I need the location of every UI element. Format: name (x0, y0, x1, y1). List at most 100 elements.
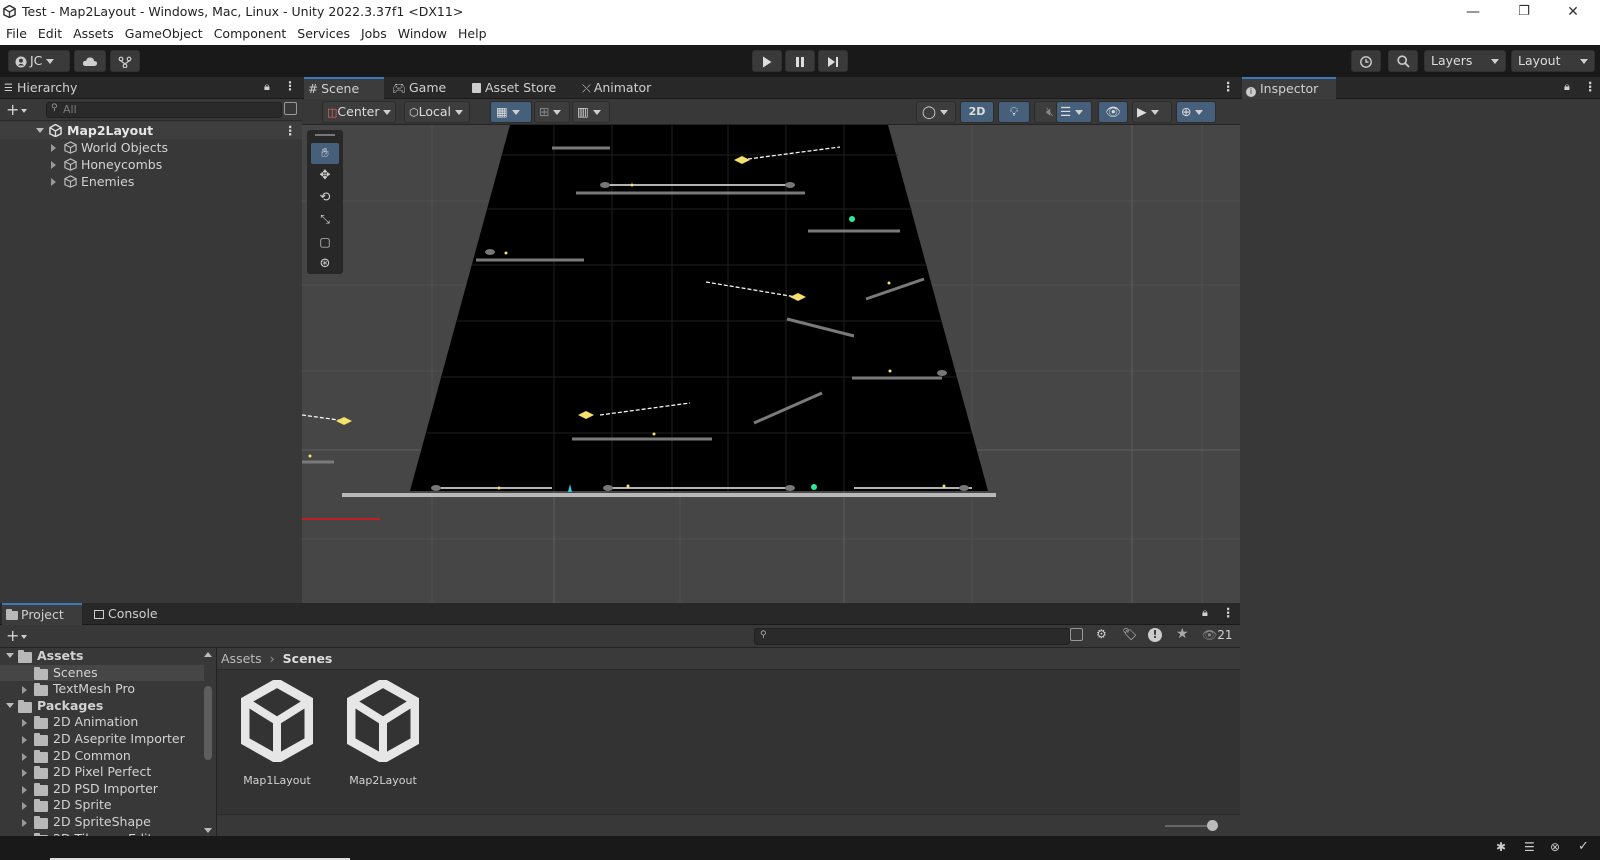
move-tool[interactable]: ✥ (311, 165, 339, 186)
tab-project[interactable]: Project (2, 603, 82, 625)
project-tree-item[interactable]: 2D SpriteShape (0, 814, 204, 831)
more-menu-icon[interactable]: ⋮ (1222, 79, 1235, 94)
create-button[interactable]: + (6, 100, 28, 119)
scene-row[interactable]: Map2Layout ⋮ (0, 122, 302, 139)
step-button[interactable] (818, 50, 848, 72)
expand-arrow-icon[interactable] (6, 653, 14, 658)
play-button[interactable] (752, 50, 782, 72)
zoom-slider-handle[interactable] (1207, 820, 1218, 831)
layers-stack-icon[interactable]: ☰ (1524, 840, 1535, 854)
expand-arrow-icon[interactable] (36, 128, 44, 133)
camera-dropdown[interactable]: ▶ (1132, 101, 1172, 123)
gizmos-dropdown[interactable]: ⊕ (1176, 101, 1216, 123)
minimize-button[interactable]: — (1462, 2, 1484, 22)
project-tree-item[interactable]: 2D PSD Importer (0, 781, 204, 798)
scene-more-icon[interactable]: ⋮ (284, 122, 297, 139)
space-dropdown[interactable]: ⬡Local (404, 101, 470, 123)
expand-arrow-icon[interactable] (22, 785, 27, 794)
transform-tool[interactable]: ⊛ (311, 253, 339, 274)
check-circle-icon[interactable]: ✓ (1578, 839, 1589, 854)
more-menu-icon[interactable]: ⋮ (1584, 79, 1597, 94)
menu-help[interactable]: Help (452, 24, 487, 41)
scroll-up-arrow[interactable] (204, 652, 212, 657)
lock-icon[interactable]: 🔒︎ (1202, 606, 1208, 620)
hierarchy-search-input[interactable]: ⚲ All (46, 102, 282, 118)
pause-button[interactable] (785, 50, 815, 72)
pivot-dropdown[interactable]: ◫Center (322, 101, 396, 123)
project-tree-item[interactable]: Packages (0, 698, 204, 715)
tab-animator[interactable]: ⤬ Animator (578, 77, 662, 99)
menu-services[interactable]: Services (291, 24, 350, 41)
filter-by-type-icon[interactable]: ⚙ (1096, 627, 1107, 641)
undo-history-button[interactable] (1351, 50, 1381, 72)
draw-mode-dropdown[interactable]: ◯ (916, 101, 956, 123)
scene-visibility-toggle[interactable]: 👁︎ (1098, 101, 1128, 123)
hand-tool[interactable]: ✋︎ (311, 143, 339, 164)
2d-mode-toggle[interactable]: 2D (960, 101, 994, 123)
grid-snap-toggle[interactable]: ▦ (490, 101, 532, 123)
breadcrumb-scenes[interactable]: Scenes (283, 651, 333, 666)
expand-arrow-icon[interactable] (51, 144, 56, 152)
menu-window[interactable]: Window (392, 24, 447, 41)
menu-file[interactable]: File (0, 24, 27, 41)
expand-arrow-icon[interactable] (22, 752, 27, 761)
asset-scene-map1layout[interactable]: Map1Layout (237, 680, 317, 790)
expand-arrow-icon[interactable] (51, 161, 56, 169)
project-tree-item[interactable]: 2D Aseprite Importer (0, 731, 204, 748)
rect-tool[interactable]: ▢ (311, 231, 339, 252)
tab-console[interactable]: Console (90, 603, 170, 625)
lighting-toggle[interactable]: 💡︎ (998, 101, 1030, 123)
menu-component[interactable]: Component (208, 24, 287, 41)
tab-asset-store[interactable]: Asset Store (468, 77, 568, 99)
expand-arrow-icon[interactable] (22, 818, 27, 827)
menu-gameobject[interactable]: GameObject (119, 24, 203, 41)
tab-hierarchy[interactable]: ☰ Hierarchy (0, 77, 90, 99)
project-search-input[interactable]: ⚲ (754, 628, 1070, 645)
project-tree-item[interactable]: Assets (0, 648, 204, 665)
hidden-packages-toggle[interactable]: 👁︎21 (1202, 628, 1233, 642)
expand-arrow-icon[interactable] (51, 178, 56, 186)
create-button[interactable]: + (6, 626, 28, 645)
rotate-tool[interactable]: ⟲ (311, 187, 339, 208)
scroll-down-arrow[interactable] (204, 828, 212, 833)
search-button[interactable] (1388, 50, 1418, 72)
project-tree-item[interactable]: Scenes (0, 664, 204, 682)
scale-tool[interactable]: ⤡ (311, 209, 339, 230)
expand-arrow-icon[interactable] (22, 802, 27, 811)
scene-search-icon[interactable] (284, 102, 297, 115)
close-button[interactable]: ✕ (1562, 2, 1584, 22)
snap-settings-toggle[interactable]: ▥ (572, 101, 610, 123)
menu-edit[interactable]: Edit (32, 24, 62, 41)
project-tree-item[interactable]: 2D Sprite (0, 797, 204, 814)
tab-game[interactable]: 🎮︎ Game (388, 77, 460, 99)
cloud-button[interactable] (74, 50, 106, 72)
filter-by-label-icon[interactable]: 🏷︎ (1122, 627, 1137, 641)
restore-button[interactable]: ❐ (1513, 2, 1535, 22)
favorite-star-icon[interactable]: ★ (1176, 626, 1189, 642)
debug-bug-icon[interactable]: ✱ (1496, 840, 1506, 854)
breadcrumb-assets[interactable]: Assets (221, 651, 262, 666)
search-scope-icon[interactable] (1070, 628, 1083, 641)
tab-scene[interactable]: # Scene (304, 77, 384, 99)
menu-assets[interactable]: Assets (67, 24, 114, 41)
expand-arrow-icon[interactable] (22, 719, 27, 728)
effects-dropdown[interactable]: ☰ (1056, 101, 1092, 123)
account-dropdown[interactable]: JC (8, 50, 70, 72)
expand-arrow-icon[interactable] (22, 735, 27, 744)
project-tree-item[interactable]: 2D Animation (0, 714, 204, 731)
project-tree-item[interactable]: 2D Pixel Perfect (0, 764, 204, 781)
project-tree-item[interactable]: TextMesh Pro (0, 681, 204, 698)
expand-arrow-icon[interactable] (22, 686, 27, 695)
project-tree-item[interactable]: 2D Common (0, 748, 204, 765)
drag-handle[interactable] (315, 134, 335, 136)
menu-jobs[interactable]: Jobs (355, 24, 387, 41)
tab-inspector[interactable]: i Inspector (1242, 77, 1336, 99)
layers-dropdown[interactable]: Layers (1424, 50, 1506, 72)
hierarchy-item-enemies[interactable]: Enemies (0, 173, 302, 190)
more-menu-icon[interactable]: ⋮ (284, 79, 296, 93)
expand-arrow-icon[interactable] (22, 769, 27, 778)
tree-scrollbar-thumb[interactable] (204, 686, 212, 760)
layout-dropdown[interactable]: Layout (1511, 50, 1595, 72)
more-menu-icon[interactable]: ⋮ (1222, 605, 1235, 620)
hierarchy-item-world-objects[interactable]: World Objects (0, 139, 302, 156)
